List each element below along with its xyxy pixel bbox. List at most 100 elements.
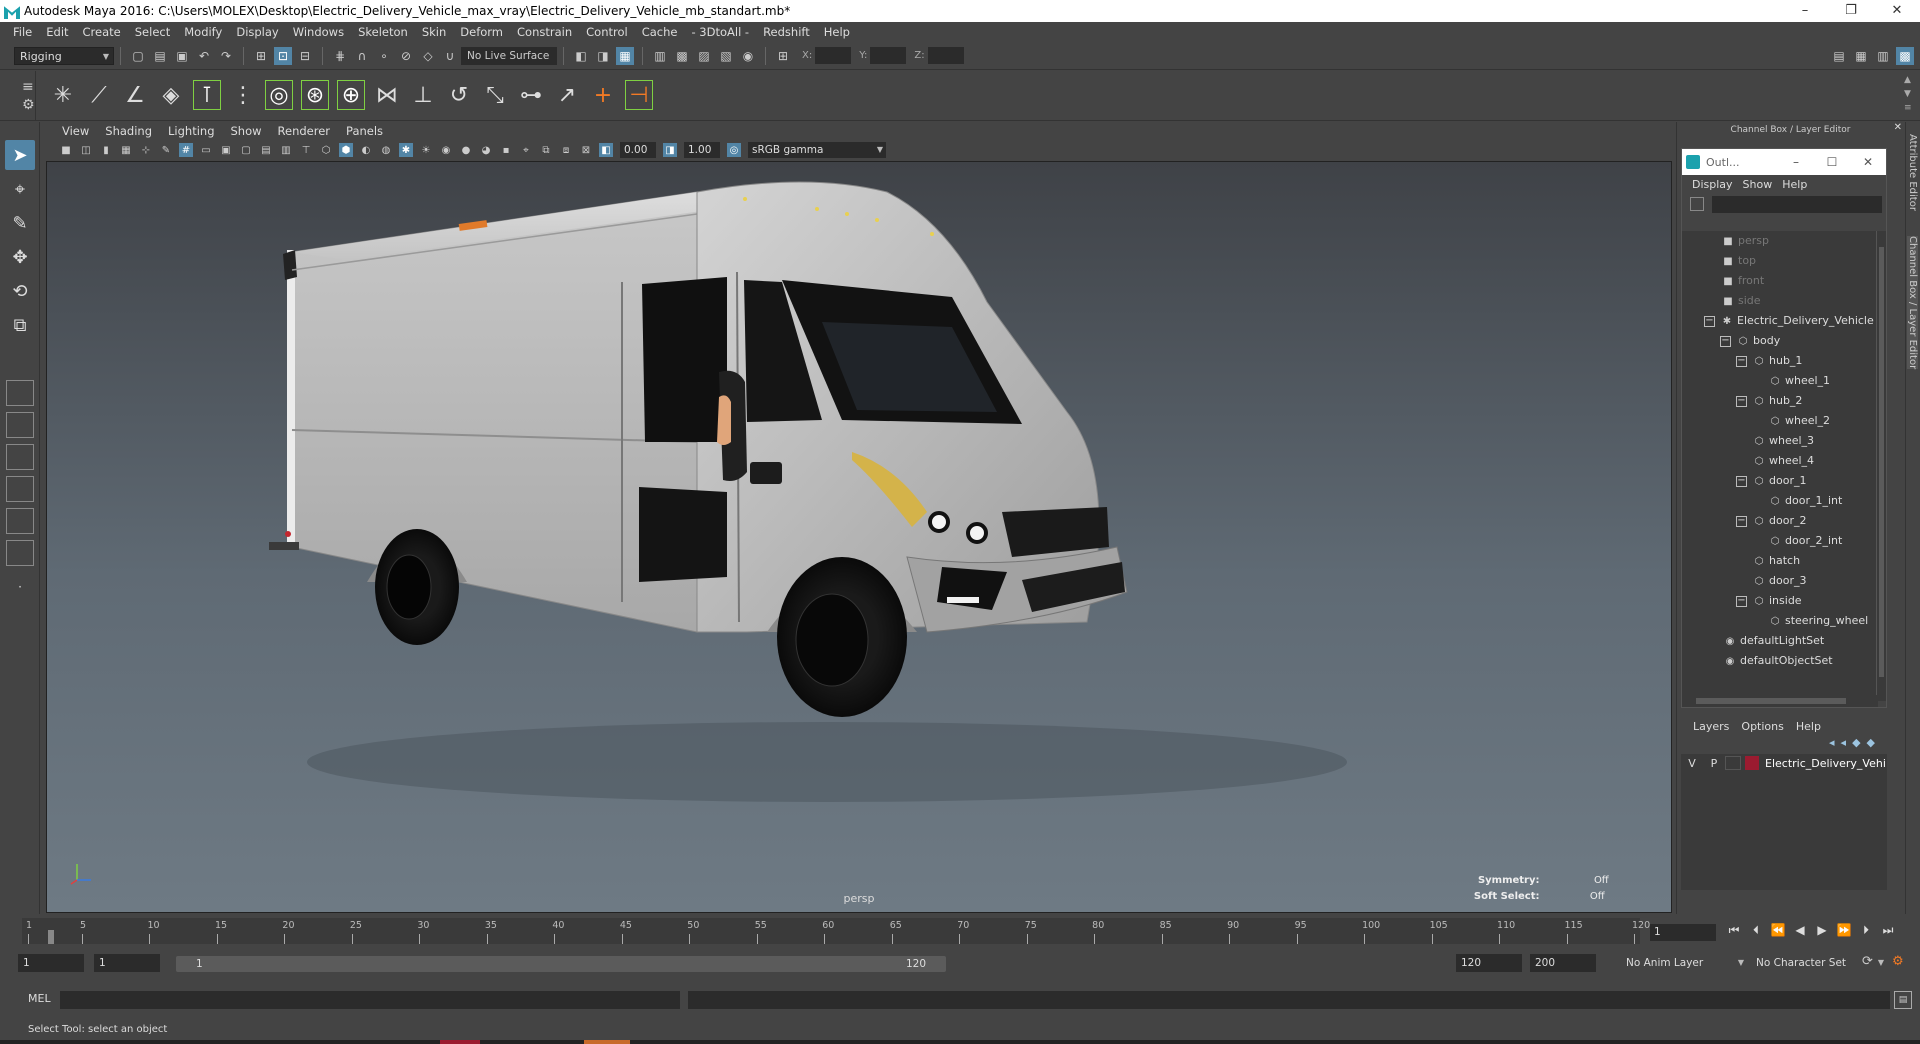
skeleton-locator-icon[interactable]: ⊣ — [624, 79, 654, 111]
outliner-horizontal-scrollbar[interactable] — [1682, 695, 1878, 707]
move-tool-icon[interactable]: ✥ — [5, 242, 35, 272]
transform-input-icon[interactable]: ⊞ — [774, 47, 792, 65]
rotate-tool-icon[interactable]: ⟲ — [5, 276, 35, 306]
view-transform-dropdown[interactable]: sRGB gamma — [748, 142, 886, 158]
outliner-item[interactable]: ◉ defaultObjectSet — [1682, 651, 1878, 671]
image-plane-icon[interactable]: ▦ — [119, 143, 133, 157]
outliner-minimize-button[interactable]: – — [1778, 155, 1814, 169]
multisample-aa-icon[interactable]: ◕ — [479, 143, 493, 157]
safe-title-icon[interactable]: ⊤ — [299, 143, 313, 157]
outliner-item[interactable]: ⬡ wheel_2 — [1682, 411, 1878, 431]
paint-select-tool-icon[interactable]: ✎ — [5, 208, 35, 238]
expand-toggle-icon[interactable]: − — [1736, 395, 1747, 407]
color-management-icon[interactable]: ◎ — [727, 143, 741, 157]
z-field[interactable] — [927, 47, 964, 64]
smooth-shade-icon[interactable]: ⬢ — [339, 143, 353, 157]
outliner-menu-display[interactable]: Display — [1688, 178, 1739, 191]
blend-shape-icon[interactable]: ⋈ — [372, 79, 402, 111]
snap-point-icon[interactable]: ∘ — [375, 47, 393, 65]
scroll-down-icon[interactable]: ▼ — [1904, 89, 1911, 99]
persp-outliner-layout-icon[interactable] — [6, 476, 34, 502]
exposure-field[interactable]: 0.00 — [620, 142, 656, 158]
snap-grid-icon[interactable]: ⋕ — [331, 47, 349, 65]
shelf-scroll[interactable]: ▲ ▼ ≡ — [1904, 71, 1914, 121]
bookmark-icon[interactable]: ▮ — [99, 143, 113, 157]
scroll-thumb[interactable] — [1879, 247, 1884, 677]
persp-hypershade-layout-icon[interactable] — [6, 540, 34, 566]
menu-windows[interactable]: Windows — [286, 25, 351, 39]
aim-constraint-icon[interactable]: ↗ — [552, 79, 582, 111]
delivery-van-model[interactable] — [47, 162, 1672, 913]
shelf-handle[interactable]: ≡ ⚙ — [0, 71, 36, 121]
menu-set-dropdown[interactable]: Rigging — [14, 46, 114, 65]
expand-toggle-icon[interactable]: − — [1736, 475, 1747, 487]
parent-constraint-icon[interactable]: ⊶ — [516, 79, 546, 111]
move-layer-down-icon[interactable]: ◂ — [1841, 736, 1853, 749]
point-constraint-icon[interactable]: ⊥ — [408, 79, 438, 111]
new-layer-icon[interactable]: ◆ — [1852, 736, 1866, 749]
maximize-button[interactable]: ❐ — [1828, 0, 1874, 22]
layer-playback-toggle[interactable]: P — [1703, 757, 1725, 770]
layer-display-type[interactable] — [1725, 756, 1741, 770]
play-backwards-icon[interactable]: ◀ — [1792, 923, 1808, 938]
scroll-thumb[interactable] — [1696, 698, 1846, 704]
tool-settings-toggle-icon[interactable]: ▥ — [1874, 47, 1892, 65]
menu-constrain[interactable]: Constrain — [510, 25, 579, 39]
undo-icon[interactable]: ↶ — [195, 47, 213, 65]
step-back-frame-icon[interactable]: ⏴ — [1748, 923, 1764, 938]
redo-icon[interactable]: ↷ — [217, 47, 235, 65]
menu-3dtoall[interactable]: - 3DtoAll - — [684, 25, 756, 39]
outliner-item[interactable]: ⬡ wheel_3 — [1682, 431, 1878, 451]
xray-components-icon[interactable]: ⊠ — [579, 143, 593, 157]
shelf-tabs-icon[interactable]: ⚙ — [22, 97, 35, 113]
locator-icon[interactable]: + — [588, 79, 618, 111]
wireframe-on-shaded-icon[interactable]: ◐ — [359, 143, 373, 157]
outliner-item[interactable]: ■ side — [1682, 291, 1878, 311]
current-frame-field[interactable]: 1 — [1650, 924, 1716, 941]
hypershade-icon[interactable]: ◉ — [739, 47, 757, 65]
script-language-toggle[interactable]: MEL — [28, 992, 51, 1005]
panel-menu-view[interactable]: View — [54, 124, 97, 138]
render-view-icon[interactable]: ▥ — [651, 47, 669, 65]
ik-handle-icon[interactable]: ⟋ — [84, 79, 114, 111]
motion-blur-icon[interactable]: ● — [459, 143, 473, 157]
film-gate-icon[interactable]: ▭ — [199, 143, 213, 157]
layer-name[interactable]: Electric_Delivery_Vehicle — [1765, 757, 1885, 770]
persp-graph-layout-icon[interactable] — [6, 508, 34, 534]
outliner-item[interactable]: − ⬡ door_1 — [1682, 471, 1878, 491]
expand-toggle-icon[interactable]: − — [1720, 335, 1731, 347]
close-button[interactable]: ✕ — [1874, 0, 1920, 22]
step-forward-key-icon[interactable]: ⏩ — [1836, 923, 1852, 938]
select-component-icon[interactable]: ⊟ — [296, 47, 314, 65]
outliner-item[interactable]: − ⬡ door_2 — [1682, 511, 1878, 531]
tab-attribute-editor[interactable]: Attribute Editor — [1907, 134, 1918, 211]
menu-skin[interactable]: Skin — [415, 25, 453, 39]
move-layer-up-icon[interactable]: ◂ — [1829, 736, 1841, 749]
time-slider-track[interactable]: 1 5 10 15 20 25 30 35 40 45 50 55 60 65 70 75 80 85 90 95 10… — [22, 918, 1650, 944]
snap-surface-icon[interactable]: ◇ — [419, 47, 437, 65]
menu-modify[interactable]: Modify — [177, 25, 229, 39]
camera-attributes-icon[interactable]: ◫ — [79, 143, 93, 157]
outliner-item[interactable]: ■ top — [1682, 251, 1878, 271]
shadows-icon[interactable]: ☀ — [419, 143, 433, 157]
outliner-search-input[interactable] — [1712, 195, 1882, 213]
bind-skin-icon[interactable]: ⊺ — [192, 79, 222, 111]
safe-action-icon[interactable]: ▥ — [279, 143, 293, 157]
filter-icon[interactable] — [1690, 197, 1704, 211]
grid-icon[interactable]: # — [179, 143, 193, 157]
menu-file[interactable]: File — [6, 25, 39, 39]
lasso-tool-icon[interactable]: ⌖ — [5, 174, 35, 204]
wrap-deformer-icon[interactable]: ⊕ — [336, 79, 366, 111]
select-hierarchy-icon[interactable]: ⊞ — [252, 47, 270, 65]
go-to-end-icon[interactable]: ⏭ — [1880, 923, 1896, 938]
outliner-menu-show[interactable]: Show — [1739, 178, 1779, 191]
expand-toggle-icon[interactable]: − — [1736, 595, 1747, 607]
magnet-icon[interactable]: ∪ — [441, 47, 459, 65]
exposure-icon[interactable]: ◧ — [599, 143, 613, 157]
layer-menu-help[interactable]: Help — [1790, 720, 1827, 733]
layer-color-swatch[interactable] — [1745, 756, 1759, 770]
panel-menu-shading[interactable]: Shading — [97, 124, 160, 138]
render-current-icon[interactable]: ▩ — [673, 47, 691, 65]
four-pane-layout-icon[interactable] — [6, 412, 34, 438]
gate-mask-icon[interactable]: ▢ — [239, 143, 253, 157]
